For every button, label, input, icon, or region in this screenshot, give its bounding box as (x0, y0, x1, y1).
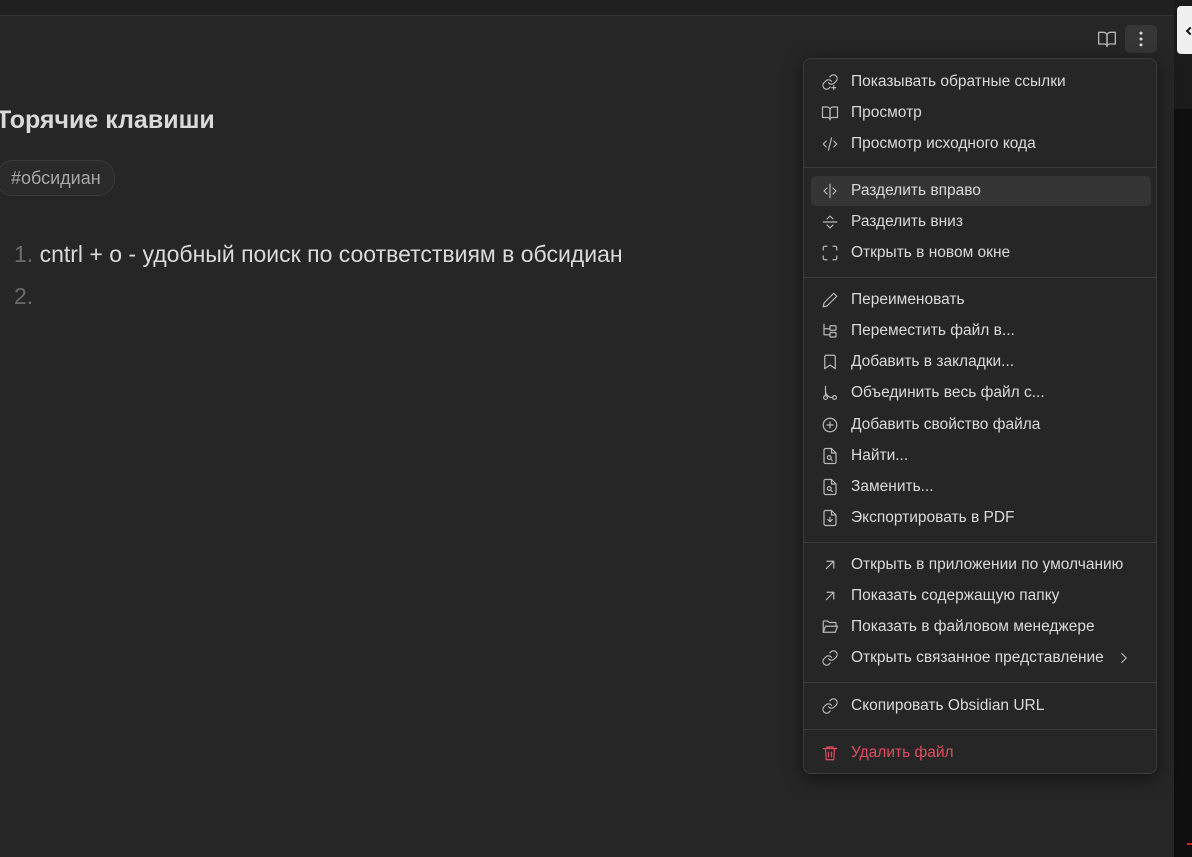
menu-item-label: Заменить... (851, 478, 934, 495)
list-number: 2. (14, 283, 34, 309)
menu-item-label: Показать в файловом менеджере (851, 618, 1095, 635)
menu-item-add-property[interactable]: Добавить свойство файла (811, 410, 1151, 440)
book-open-icon (820, 103, 840, 123)
menu-item-label: Добавить свойство файла (851, 416, 1041, 433)
note-title[interactable]: Торячие клавиши (0, 106, 215, 135)
menu-item-find[interactable]: Найти... (811, 441, 1151, 471)
maximize-icon (820, 243, 840, 263)
menu-separator (804, 167, 1156, 168)
menu-item-export-pdf[interactable]: Экспортировать в PDF (811, 503, 1151, 533)
link-backlink-icon (820, 72, 840, 92)
file-search-icon (820, 446, 840, 466)
menu-item-label: Открыть в новом окне (851, 244, 1011, 261)
folder-open-icon (820, 617, 840, 637)
list-item[interactable]: 1. cntrl + o - удобный поиск по соответс… (14, 241, 623, 268)
chevron-right-icon (1121, 652, 1127, 664)
menu-item-delete-file[interactable]: Удалить файл (811, 738, 1151, 768)
plus-circle-icon (820, 415, 840, 435)
menu-item-show-file-manager[interactable]: Показать в файловом менеджере (811, 612, 1151, 642)
trash-icon (820, 743, 840, 763)
code-icon (820, 134, 840, 154)
menu-item-open-default-app[interactable]: Открыть в приложении по умолчанию (811, 550, 1151, 580)
collapse-tab[interactable] (1177, 6, 1192, 54)
split-vertical-icon (820, 181, 840, 201)
menu-item-label: Разделить вниз (851, 213, 963, 230)
menu-item-label: Просмотр исходного кода (851, 135, 1036, 152)
git-merge-icon (820, 383, 840, 403)
folder-tree-icon (820, 321, 840, 341)
menu-item-bookmark[interactable]: Добавить в закладки... (811, 347, 1151, 377)
menu-item-label: Открыть в приложении по умолчанию (851, 556, 1124, 573)
reading-view-button[interactable] (1091, 25, 1123, 53)
menu-item-label: Экспортировать в PDF (851, 509, 1015, 526)
file-search-icon (820, 477, 840, 497)
right-panel (1174, 109, 1192, 857)
bookmark-icon (820, 352, 840, 372)
menu-item-show-containing-folder[interactable]: Показать содержащую папку (811, 581, 1151, 611)
menu-separator (804, 277, 1156, 278)
link-icon (820, 648, 840, 668)
more-options-button[interactable] (1125, 25, 1157, 53)
file-download-icon (820, 508, 840, 528)
menu-item-rename[interactable]: Переименовать (811, 285, 1151, 315)
menu-item-copy-url[interactable]: Скопировать Obsidian URL (811, 691, 1151, 721)
book-open-icon (1098, 31, 1116, 48)
menu-item-open-new-window[interactable]: Открыть в новом окне (811, 238, 1151, 268)
menu-item-move-file[interactable]: Переместить файл в... (811, 316, 1151, 346)
menu-item-reading-view[interactable]: Просмотр (811, 98, 1151, 128)
menu-item-show-backlinks[interactable]: Показывать обратные ссылки (811, 67, 1151, 97)
menu-item-merge-file[interactable]: Объединить весь файл с... (811, 378, 1151, 408)
link-icon (820, 696, 840, 716)
menu-item-replace[interactable]: Заменить... (811, 472, 1151, 502)
menu-item-label: Удалить файл (851, 744, 954, 761)
list-number: 1. (14, 241, 34, 267)
title-bar (0, 0, 1174, 16)
menu-separator (804, 729, 1156, 730)
menu-item-open-linked-view[interactable]: Открыть связанное представление (811, 643, 1151, 673)
list-item[interactable]: 2. (14, 283, 33, 310)
menu-item-source-view[interactable]: Просмотр исходного кода (811, 129, 1151, 159)
arrow-up-right-icon (820, 555, 840, 575)
split-horizontal-icon (820, 212, 840, 232)
menu-item-label: Добавить в закладки... (851, 353, 1015, 370)
menu-item-label: Открыть связанное представление (851, 649, 1104, 666)
menu-item-label: Найти... (851, 447, 909, 464)
menu-item-label: Объединить весь файл с... (851, 384, 1045, 401)
tag-pill[interactable]: #обсидиан (0, 160, 115, 196)
menu-item-label: Разделить вправо (851, 182, 981, 199)
menu-item-label: Скопировать Obsidian URL (851, 697, 1045, 714)
more-vertical-icon (1139, 31, 1143, 47)
menu-item-label: Показывать обратные ссылки (851, 73, 1066, 90)
list-text[interactable]: cntrl + o - удобный поиск по соответстви… (40, 241, 623, 267)
menu-item-label: Переместить файл в... (851, 322, 1015, 339)
chevron-left-icon (1185, 26, 1192, 36)
right-sidebar-edge (1174, 0, 1192, 857)
menu-item-label: Переименовать (851, 291, 965, 308)
red-marker (1187, 843, 1192, 845)
menu-separator (804, 542, 1156, 543)
context-menu: Показывать обратные ссылки Просмотр Прос… (803, 58, 1157, 774)
pencil-icon (820, 290, 840, 310)
menu-separator (804, 682, 1156, 683)
menu-item-split-down[interactable]: Разделить вниз (811, 207, 1151, 237)
menu-item-split-right[interactable]: Разделить вправо (811, 176, 1151, 206)
arrow-up-right-icon (820, 586, 840, 606)
menu-item-label: Показать содержащую папку (851, 587, 1060, 604)
menu-item-label: Просмотр (851, 104, 922, 121)
